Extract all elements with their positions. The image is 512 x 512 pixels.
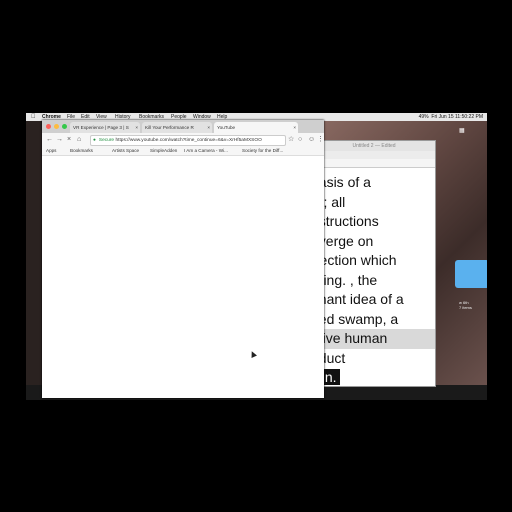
folder-label: w 6th 7 items [459,300,472,310]
tab-label: Kill Your Performance R [145,125,194,130]
doc-line: basis of a [312,174,371,190]
close-icon[interactable]: × [293,122,296,133]
bookmark-i-am-a-camera[interactable]: I Am a Camera - Wi... [184,146,228,155]
close-icon[interactable]: × [135,122,138,133]
qr-icon: ▦ [459,128,465,134]
document-window[interactable]: Untitled 2 — Edited basis of a rd; all n… [312,140,436,387]
menu-dots-icon[interactable]: ⋮ [317,134,324,145]
doc-line: oduct [312,349,346,366]
mouse-cursor-icon [249,350,257,358]
document-ruler[interactable] [313,159,435,168]
bookmark-society[interactable]: Society for the Diff... [242,146,283,155]
bookmark-bookmarks[interactable]: Bookmarks [70,146,93,155]
tab-label: VR Experience | Page 3 | S [73,125,129,130]
close-icon[interactable]: × [207,122,210,133]
forward-icon[interactable]: → [56,134,63,145]
url-text: https://www.youtube.com/watch?time_conti… [115,138,262,143]
profile-icon[interactable]: ☺ [308,134,315,145]
tab-kill-your-performance[interactable]: Kill Your Performance R × [142,122,212,133]
secure-label: Secure [98,138,115,143]
page-content[interactable] [42,156,324,398]
document-toolbar[interactable] [313,151,435,159]
desktop-folder-icon[interactable] [455,260,487,288]
doc-line: ded swamp, a [312,310,399,327]
lock-icon: ● [93,138,96,143]
browser-window[interactable]: VR Experience | Page 3 | S × Kill Your P… [42,120,324,398]
close-window-icon[interactable] [46,124,51,129]
stop-icon[interactable]: × [67,134,71,145]
address-bar[interactable]: ● Secure https://www.youtube.com/watch?ti… [90,135,286,146]
document-title: Untitled 2 — Edited [313,141,435,151]
browser-toolbar: ← → × ⌂ ● Secure https://www.youtube.com/… [42,133,324,146]
doc-line: nverge on [312,232,374,249]
zoom-window-icon[interactable] [62,124,67,129]
minimize-window-icon[interactable] [54,124,59,129]
doc-line: gnant idea of a [312,291,404,307]
doc-line: oring. , the [312,271,378,288]
doc-line: rfection which [312,252,397,268]
tab-label: YouTube [217,125,236,130]
bookmark-simpleadden[interactable]: SimpleAdden [150,146,177,155]
bookmark-artists-space[interactable]: Artists Space [112,146,139,155]
back-icon[interactable]: ← [46,134,53,145]
bookmarks-bar: Apps Bookmarks Artists Space SimpleAdden… [42,146,324,156]
menu-status: 49% Fri Jun 15 11:50:22 PM [419,113,483,121]
star-icon[interactable]: ☆ [288,134,294,145]
apple-icon[interactable]:  [31,113,36,121]
home-icon[interactable]: ⌂ [77,134,81,145]
tab-youtube[interactable]: YouTube × [214,122,298,133]
battery-percent: 49% [418,114,429,120]
tab-strip: VR Experience | Page 3 | S × Kill Your P… [42,120,324,133]
document-body[interactable]: basis of a rd; all nstructions nverge on… [312,173,435,386]
doc-line: nstructions [312,213,379,229]
extension-icon[interactable]: ○ [298,134,302,145]
doc-line-highlighted: ative human [313,329,435,349]
clock[interactable]: Fri Jun 15 11:50:22 PM [431,114,483,120]
bookmark-apps[interactable]: Apps [46,146,56,155]
tab-vr-experience[interactable]: VR Experience | Page 3 | S × [70,122,140,133]
doc-line: rd; all [312,193,346,210]
